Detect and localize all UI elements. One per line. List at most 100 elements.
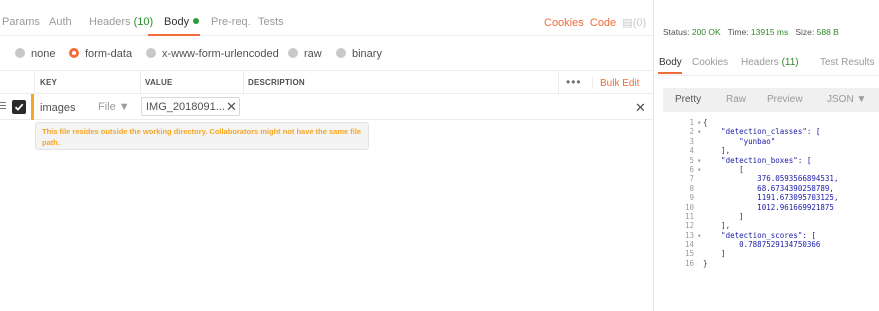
- code-line: 10 1012.961669921875: [663, 203, 879, 212]
- code-line: 3 "yunbao": [663, 137, 879, 146]
- tab-tests[interactable]: Tests: [258, 16, 284, 28]
- line-number: 14: [684, 240, 694, 250]
- line-number: 15: [684, 249, 694, 259]
- fold-toggle-icon[interactable]: ▾: [697, 231, 702, 240]
- fold-toggle-icon[interactable]: ▾: [697, 127, 702, 136]
- code-text: 0.7887529134750366: [703, 240, 821, 250]
- response-status-line: Status: 200 OK Time: 13915 ms Size: 588 …: [663, 27, 839, 37]
- radio-raw-circle: [288, 48, 298, 58]
- radio-form-data-circle: [69, 48, 79, 58]
- active-tab-underline: [658, 72, 682, 74]
- code-text: "detection_classes": [: [703, 127, 821, 137]
- code-line: 14 0.7887529134750366: [663, 240, 879, 249]
- tab-body[interactable]: Body: [164, 16, 200, 28]
- code-text: {: [703, 118, 708, 127]
- view-pretty-button[interactable]: Pretty: [675, 94, 701, 105]
- code-text: 1012.961669921875: [703, 202, 834, 212]
- tab-headers[interactable]: Headers (10): [89, 16, 153, 28]
- tab-response-body[interactable]: Body: [659, 57, 682, 68]
- view-raw-button[interactable]: Raw: [726, 94, 746, 105]
- line-number: 5: [689, 155, 694, 165]
- code-line: 7 376.0593566894531,: [663, 174, 879, 183]
- radio-none[interactable]: none: [15, 48, 55, 60]
- request-panel: Params Auth Headers (10) Body Pre-req. T…: [0, 0, 653, 311]
- table-row: images File ▼ IMG_2018091... ✕ ✕: [0, 94, 653, 120]
- line-number: 6: [689, 164, 694, 174]
- bulk-edit-link[interactable]: Bulk Edit: [600, 78, 639, 89]
- drag-handle-icon[interactable]: [0, 102, 6, 111]
- tab-params[interactable]: Params: [2, 16, 40, 28]
- response-code-viewer[interactable]: 1 ▾{2 ▾ "detection_classes": [3 "yunbao" 4 …: [663, 118, 879, 268]
- code-text: [: [703, 164, 744, 174]
- line-number: 9: [689, 193, 694, 203]
- column-divider: [34, 71, 35, 95]
- radio-raw[interactable]: raw: [288, 48, 322, 60]
- line-number: 8: [689, 183, 694, 193]
- view-mode-bar: Pretty Raw Preview JSON ▼: [663, 88, 879, 112]
- code-text: ],: [703, 146, 731, 156]
- comments-link[interactable]: ▤(0): [622, 17, 646, 29]
- code-text: 68.6734390258789,: [703, 183, 834, 193]
- line-number: 2: [689, 127, 694, 137]
- code-line: 13 ▾ "detection_scores": [: [663, 231, 879, 240]
- line-number: 10: [684, 202, 694, 212]
- warning-indicator: [31, 94, 34, 120]
- code-line: 4 ],: [663, 146, 879, 155]
- tab-response-headers[interactable]: Headers (11): [741, 57, 799, 68]
- column-divider: [243, 71, 244, 95]
- line-number: 16: [684, 258, 694, 268]
- fold-toggle-icon[interactable]: ▾: [697, 118, 702, 127]
- code-text: ]: [703, 211, 744, 221]
- file-warning-tooltip: This file resides outside the working di…: [35, 122, 369, 150]
- code-line: 9 1191.673095703125,: [663, 193, 879, 202]
- size-value: 588 B: [816, 27, 839, 37]
- fold-toggle-icon[interactable]: ▾: [697, 165, 702, 174]
- code-line: 8 68.6734390258789,: [663, 184, 879, 193]
- body-type-radios: none form-data x-www-form-urlencoded raw…: [0, 44, 653, 64]
- key-type-select[interactable]: File ▼: [98, 101, 130, 113]
- tab-prerequest[interactable]: Pre-req.: [211, 16, 251, 28]
- row-enabled-checkbox[interactable]: [12, 100, 26, 114]
- code-line: 5 ▾ "detection_boxes": [: [663, 156, 879, 165]
- key-field[interactable]: images: [40, 102, 75, 114]
- format-select[interactable]: JSON ▼: [827, 94, 866, 105]
- code-text: }: [703, 258, 708, 268]
- radio-urlencoded[interactable]: x-www-form-urlencoded: [146, 48, 279, 60]
- tab-auth[interactable]: Auth: [49, 16, 72, 28]
- code-text: 376.0593566894531,: [703, 174, 839, 184]
- code-line: 15 ]: [663, 249, 879, 258]
- file-chip: IMG_2018091... ✕: [141, 97, 240, 116]
- radio-urlencoded-circle: [146, 48, 156, 58]
- code-link[interactable]: Code: [590, 17, 616, 29]
- code-text: ],: [703, 221, 731, 231]
- code-text: 1191.673095703125,: [703, 193, 839, 203]
- radio-binary-circle: [336, 48, 346, 58]
- file-warning-text: This file resides outside the working di…: [42, 127, 362, 147]
- comment-icon: ▤: [622, 17, 633, 29]
- code-line: 2 ▾ "detection_classes": [: [663, 127, 879, 136]
- code-text: "yunbao": [703, 136, 776, 146]
- tab-response-cookies[interactable]: Cookies: [692, 57, 728, 68]
- tab-test-results[interactable]: Test Results: [820, 57, 874, 68]
- code-text: "detection_boxes": [: [703, 155, 812, 165]
- request-tabs: Params Auth Headers (10) Body Pre-req. T…: [0, 0, 653, 36]
- time-value: 13915 ms: [750, 27, 789, 37]
- line-number: 12: [684, 221, 694, 231]
- view-preview-button[interactable]: Preview: [767, 94, 803, 105]
- request-links: Cookies Code ▤(0): [544, 16, 646, 29]
- more-options-icon[interactable]: •••: [566, 75, 582, 89]
- fold-toggle-icon[interactable]: ▾: [697, 156, 702, 165]
- header-description: DESCRIPTION: [248, 78, 305, 87]
- column-divider: [140, 71, 141, 95]
- remove-file-icon[interactable]: ✕: [226, 99, 237, 115]
- status-value: 200 OK: [691, 27, 721, 37]
- radio-none-circle: [15, 48, 25, 58]
- line-number: 4: [689, 146, 694, 156]
- cookies-link[interactable]: Cookies: [544, 17, 584, 29]
- radio-form-data[interactable]: form-data: [69, 48, 132, 60]
- delete-row-icon[interactable]: ✕: [635, 100, 646, 116]
- code-line: 11 ]: [663, 212, 879, 221]
- radio-binary[interactable]: binary: [336, 48, 382, 60]
- code-text: ]: [703, 249, 726, 259]
- body-active-dot: [193, 18, 200, 24]
